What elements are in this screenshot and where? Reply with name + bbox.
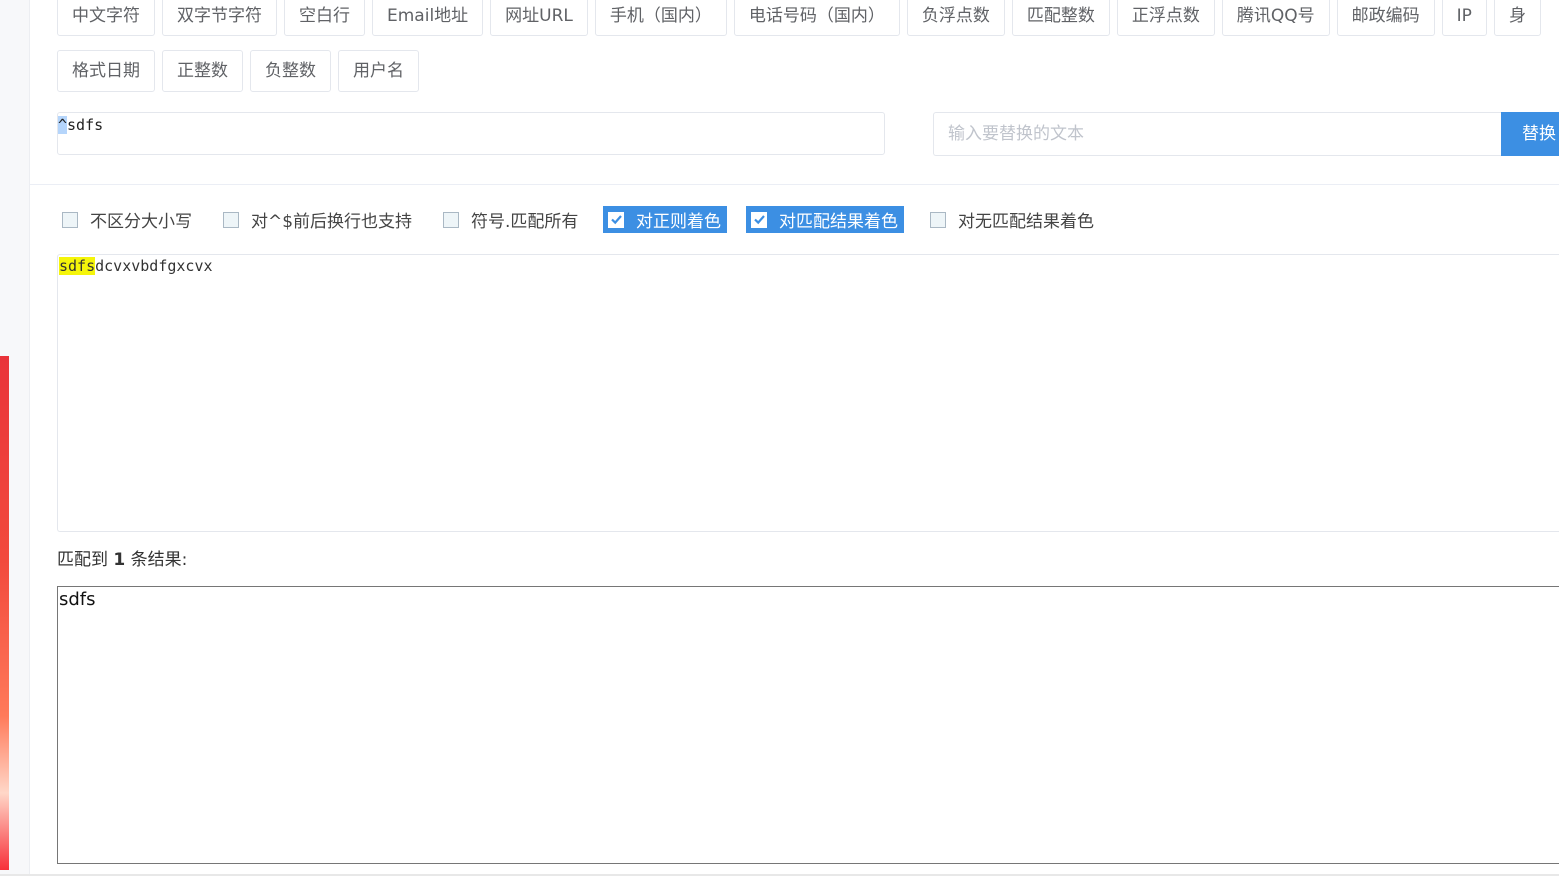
preset-button-integer[interactable]: 匹配整数 <box>1011 0 1110 36</box>
test-text-area[interactable]: sdfsdcvxvbdfgxcvx <box>57 254 1559 532</box>
preset-button-username[interactable]: 用户名 <box>338 50 419 92</box>
preset-button-negative-float[interactable]: 负浮点数 <box>906 0 1005 36</box>
match-result-box[interactable]: sdfs <box>57 586 1559 864</box>
preset-button-mobile[interactable]: 手机（国内） <box>594 0 727 36</box>
option-color-matches[interactable]: 对匹配结果着色 <box>746 206 904 233</box>
option-color-no-match[interactable]: 对无匹配结果着色 <box>925 206 1094 233</box>
option-color-regex[interactable]: 对正则着色 <box>603 206 727 233</box>
preset-button-qq[interactable]: 腾讯QQ号 <box>1221 0 1330 36</box>
option-label: 不区分大小写 <box>90 212 192 232</box>
preset-button-positive-integer[interactable]: 正整数 <box>162 50 243 92</box>
option-dot-all[interactable]: 符号.匹配所有 <box>438 206 578 233</box>
preset-button-positive-float[interactable]: 正浮点数 <box>1116 0 1215 36</box>
preset-button-negative-integer[interactable]: 负整数 <box>250 50 331 92</box>
preset-button-ip[interactable]: IP <box>1441 0 1487 36</box>
regex-tool: 中文字符 双字节字符 空白行 Email地址 网址URL 手机（国内） 电话号码… <box>29 0 1559 876</box>
option-multiline[interactable]: 对^$前后换行也支持 <box>218 206 412 233</box>
option-label: 对匹配结果着色 <box>779 212 898 232</box>
option-label: 符号.匹配所有 <box>471 212 579 232</box>
match-count: 1 <box>113 550 126 570</box>
summary-prefix: 匹配到 <box>57 550 114 570</box>
summary-suffix: 条结果: <box>125 550 188 570</box>
check-icon[interactable] <box>608 211 624 228</box>
preset-row-2: 格式日期 正整数 负整数 用户名 <box>57 50 419 92</box>
section-divider <box>29 184 1559 185</box>
option-ignore-case[interactable]: 不区分大小写 <box>57 206 192 233</box>
preset-button-double-byte[interactable]: 双字节字符 <box>162 0 277 36</box>
preset-button-url[interactable]: 网址URL <box>490 0 588 36</box>
replace-text-input[interactable] <box>933 112 1501 156</box>
checkbox-unchecked-icon[interactable] <box>62 211 78 228</box>
preset-row-1: 中文字符 双字节字符 空白行 Email地址 网址URL 手机（国内） 电话号码… <box>57 0 1541 36</box>
preset-button-phone[interactable]: 电话号码（国内） <box>733 0 900 36</box>
match-summary: 匹配到 1 条结果: <box>57 545 187 570</box>
checkbox-unchecked-icon[interactable] <box>443 211 459 228</box>
regex-input[interactable]: ^sdfs <box>57 112 885 155</box>
side-banner-strip <box>0 356 9 870</box>
preset-button-email[interactable]: Email地址 <box>372 0 484 36</box>
preset-button-chinese-chars[interactable]: 中文字符 <box>57 0 155 36</box>
preset-button-id-card[interactable]: 身 <box>1493 0 1541 36</box>
regex-anchor-token: ^ <box>58 116 68 134</box>
regex-text: sdfs <box>67 116 104 134</box>
check-icon[interactable] <box>751 211 767 228</box>
replace-button[interactable]: 替换 <box>1501 112 1559 156</box>
match-highlight: sdfs <box>59 257 96 275</box>
checkbox-unchecked-icon[interactable] <box>930 211 946 228</box>
preset-button-postcode[interactable]: 邮政编码 <box>1336 0 1435 36</box>
option-label: 对^$前后换行也支持 <box>251 212 413 232</box>
test-text-rest: dcvxvbdfgxcvx <box>95 257 213 275</box>
option-label: 对正则着色 <box>636 212 721 232</box>
preset-button-blank-line[interactable]: 空白行 <box>284 0 365 36</box>
checkbox-unchecked-icon[interactable] <box>223 211 239 228</box>
preset-button-date[interactable]: 格式日期 <box>57 50 155 92</box>
option-label: 对无匹配结果着色 <box>958 212 1094 232</box>
